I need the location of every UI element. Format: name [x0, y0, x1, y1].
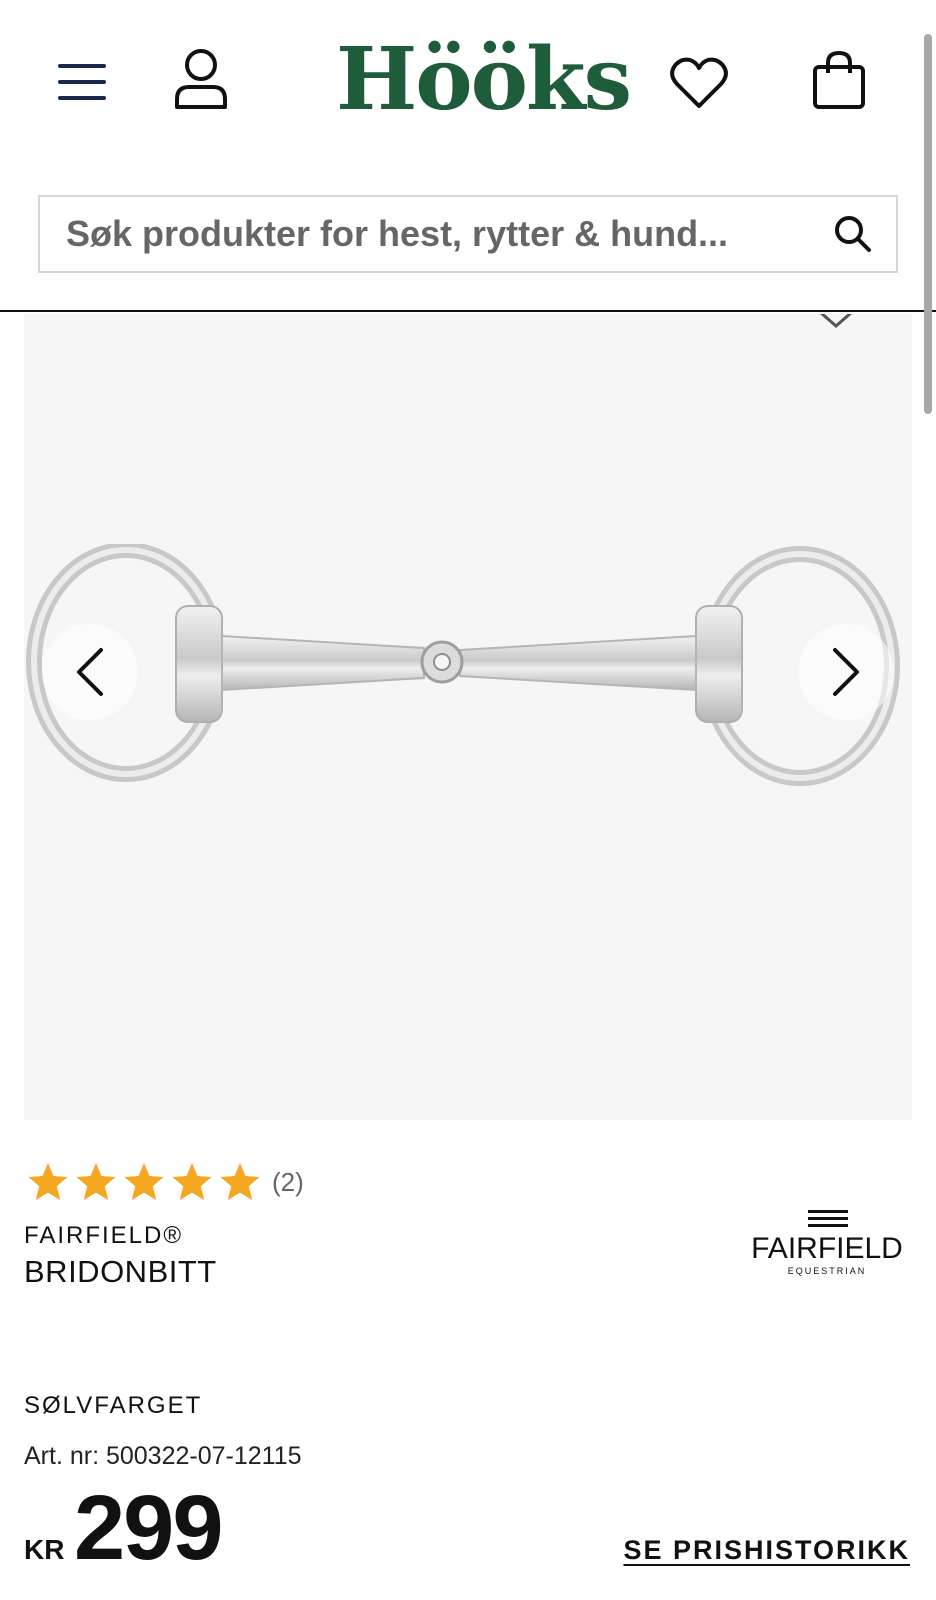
product-brand[interactable]: FAIRFIELD®	[24, 1222, 183, 1250]
brand-logo-text: FAIRFIELD	[751, 1232, 903, 1265]
wishlist-button[interactable]	[666, 50, 732, 116]
shopping-bag-icon	[813, 50, 865, 109]
price-history-link[interactable]: SE PRISHISTORIKK	[623, 1535, 910, 1566]
star-icon	[220, 1163, 260, 1200]
brand-logo-subtext: EQUESTRIAN	[788, 1266, 867, 1276]
price-currency: KR	[24, 1534, 65, 1565]
hamburger-menu-icon	[58, 64, 106, 100]
eggbutt-snaffle-bit-image	[26, 544, 900, 786]
product-title: BRIDONBITT	[24, 1254, 217, 1289]
chevron-left-icon	[77, 648, 103, 696]
user-icon	[175, 49, 227, 109]
menu-button[interactable]	[52, 52, 112, 112]
search-icon	[835, 216, 871, 252]
star-icon	[172, 1163, 212, 1200]
page-scrollbar[interactable]	[924, 34, 932, 414]
star-icon	[124, 1163, 164, 1200]
star-icon	[76, 1163, 116, 1200]
cart-button[interactable]	[806, 44, 872, 116]
search-bar	[38, 195, 898, 273]
search-button[interactable]	[830, 211, 876, 257]
product-rating[interactable]: (2)	[26, 1162, 304, 1202]
product-color: SØLVFARGET	[24, 1392, 203, 1419]
account-button[interactable]	[168, 44, 234, 114]
next-image-button[interactable]	[798, 624, 894, 720]
product-price: 299	[74, 1477, 223, 1579]
search-input[interactable]	[66, 197, 786, 271]
site-logo[interactable]: Hööks	[336, 30, 632, 130]
star-icon	[28, 1163, 68, 1200]
fairfield-brand-logo[interactable]: FAIRFIELD EQUESTRIAN	[742, 1206, 912, 1284]
previous-image-button[interactable]	[42, 624, 138, 720]
rating-count: (2)	[272, 1166, 304, 1197]
site-header: Hööks	[0, 0, 936, 312]
chevron-right-icon	[833, 648, 859, 696]
chevron-down-icon	[820, 314, 852, 328]
article-number: Art. nr: 500322-07-12115	[24, 1442, 302, 1470]
product-gallery	[24, 314, 912, 1120]
heart-icon	[670, 57, 728, 108]
